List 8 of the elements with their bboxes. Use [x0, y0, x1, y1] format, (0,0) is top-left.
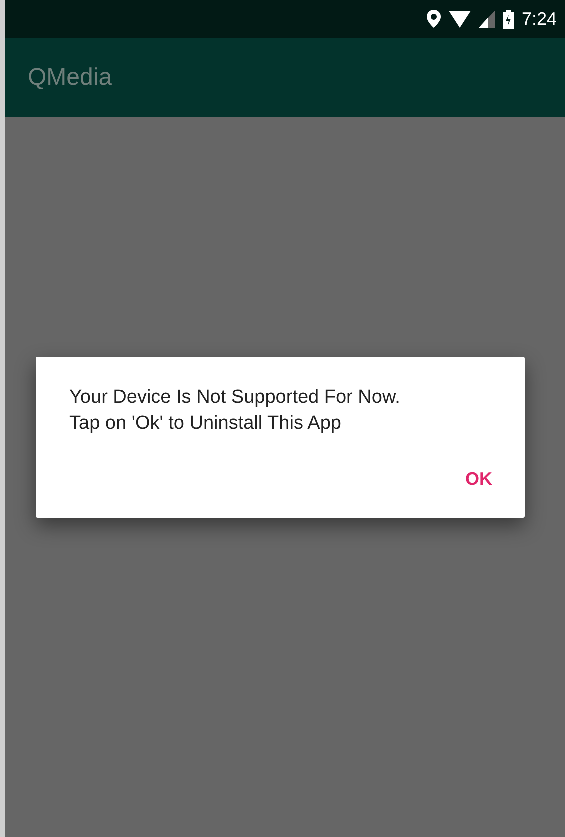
location-icon [426, 10, 441, 28]
signal-icon [478, 10, 495, 28]
ok-button[interactable]: OK [458, 465, 500, 494]
battery-icon [502, 10, 514, 28]
app-title: QMedia [28, 64, 112, 92]
wifi-icon [448, 10, 471, 28]
dialog-message: Your Device Is Not Supported For Now. Tap on 'Ok' to Uninstall This App [70, 386, 402, 436]
status-time: 7:24 [522, 8, 557, 30]
